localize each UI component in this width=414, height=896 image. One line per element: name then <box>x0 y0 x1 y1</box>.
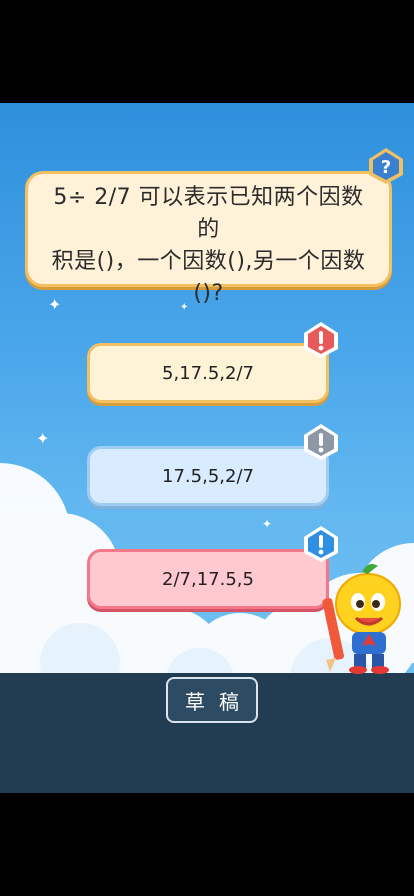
answer-option-2[interactable]: 17.5,5,2/7 <box>87 446 329 506</box>
answer-option-label: 5,17.5,2/7 <box>162 362 254 384</box>
question-text: 5÷ 2/7 可以表示已知两个因数的 积是()，一个因数(),另一个因数 ()? <box>44 182 373 310</box>
answer-option-label: 2/7,17.5,5 <box>162 568 254 590</box>
svg-text:?: ? <box>381 157 391 178</box>
answer-option-3[interactable]: 2/7,17.5,5 <box>87 549 329 609</box>
question-line-3: ()? <box>193 281 224 306</box>
question-line-2: 积是()，一个因数(),另一个因数 <box>51 249 366 274</box>
exclamation-icon <box>304 322 338 358</box>
question-line-1: 5÷ 2/7 可以表示已知两个因数的 <box>53 185 364 242</box>
sparkle-icon: ✦ <box>262 517 273 531</box>
question-card: 5÷ 2/7 可以表示已知两个因数的 积是()，一个因数(),另一个因数 ()? <box>25 171 392 306</box>
exclamation-icon <box>304 424 338 460</box>
draft-button[interactable]: 草稿 <box>166 677 258 723</box>
draft-button-label: 草稿 <box>185 689 253 714</box>
answer-option-label: 17.5,5,2/7 <box>162 465 254 487</box>
help-question-icon[interactable]: ? <box>367 147 405 185</box>
answer-option-1[interactable]: 5,17.5,2/7 <box>87 343 329 403</box>
game-screen: ✦ ✦ ✦ ✦ 5÷ 2/7 可以表示已知两个因数的 积是()，一个因数(),另… <box>0 103 414 793</box>
orange-mascot-icon <box>322 564 401 674</box>
sparkle-icon: ✦ <box>36 429 50 448</box>
